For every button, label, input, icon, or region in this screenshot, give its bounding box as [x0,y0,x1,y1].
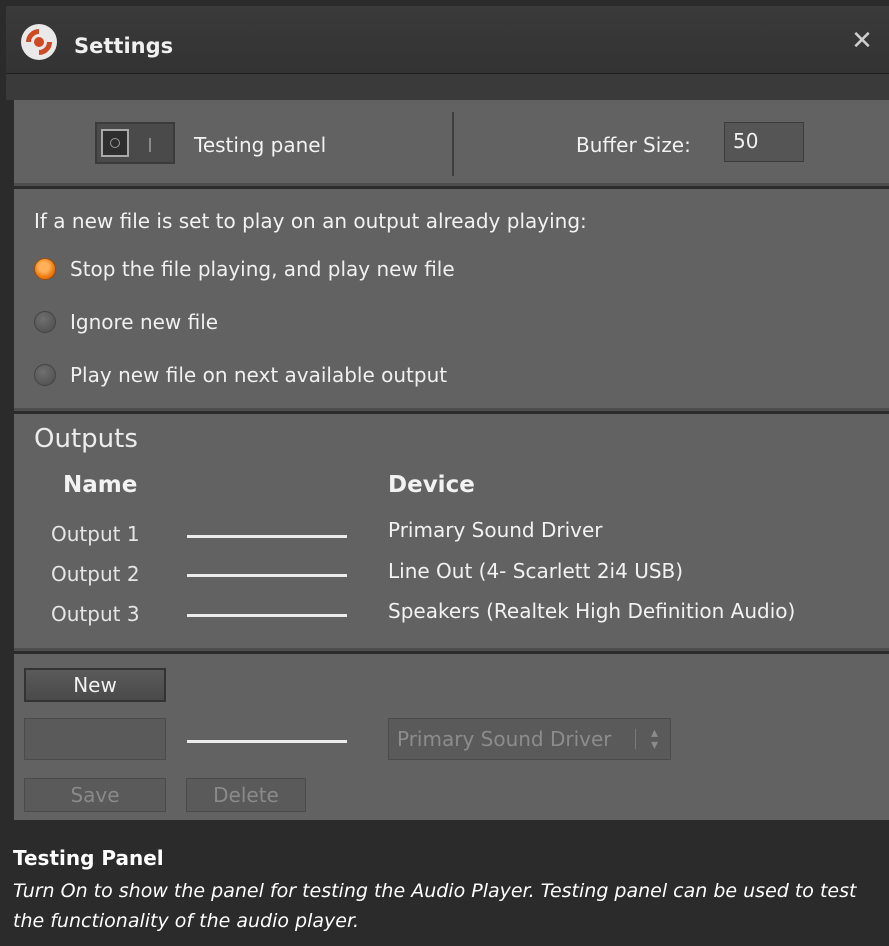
radio-label: Ignore new file [70,310,219,334]
mapping-line [187,740,347,743]
radio-label: Play new file on next available output [70,363,448,387]
select-arrows-icon: ▴ ▾ [650,725,658,753]
name-column-header: Name [63,472,138,498]
help-text: Turn On to show the panel for testing th… [13,880,857,932]
title-bar: Settings ✕ [6,6,889,74]
window-title: Settings [74,34,174,58]
help-title: Testing Panel [13,846,164,870]
mapping-line [187,535,347,538]
app-logo-icon [21,24,57,60]
device-column-header: Device [388,472,475,498]
radio-button-checked[interactable] [34,258,56,280]
output-name[interactable]: Output 1 [51,522,140,546]
testing-panel-toggle[interactable] [95,122,175,164]
outputs-panel: Outputs Name Device Output 1 Primary Sou… [14,414,889,651]
delete-button[interactable]: Delete [186,778,306,812]
radio-button[interactable] [34,311,56,333]
playback-options-panel: If a new file is set to play on an outpu… [14,189,889,411]
radio-button[interactable] [34,364,56,386]
toggle-on-indicator [149,138,151,152]
output-device[interactable]: Primary Sound Driver [388,518,603,542]
device-select-value: Primary Sound Driver [397,727,612,751]
mapping-line [187,574,347,577]
testing-panel-label: Testing panel [194,133,327,157]
radio-label: Stop the file playing, and play new file [70,257,455,281]
toggle-knob [101,129,129,157]
output-name-input[interactable] [24,718,166,760]
mapping-line [187,614,347,617]
divider [452,112,454,176]
save-button[interactable]: Save [24,778,166,812]
buffer-size-label: Buffer Size: [576,133,691,157]
device-select[interactable]: Primary Sound Driver ▴ ▾ [388,718,671,760]
close-icon[interactable]: ✕ [849,28,875,54]
header-strip [6,74,889,100]
select-separator [635,729,636,749]
output-device[interactable]: Line Out (4- Scarlett 2i4 USB) [388,559,683,583]
outputs-title: Outputs [34,424,138,454]
output-device[interactable]: Speakers (Realtek High Definition Audio) [388,599,795,623]
buffer-size-input[interactable]: 50 [724,122,804,162]
output-name[interactable]: Output 3 [51,602,140,626]
new-output-button[interactable]: New [24,668,166,702]
output-editor-panel: New Primary Sound Driver ▴ ▾ Save Delete [14,654,889,820]
testing-buffer-panel: Testing panel Buffer Size: 50 [14,100,889,186]
playback-question: If a new file is set to play on an outpu… [34,209,587,233]
output-name[interactable]: Output 2 [51,562,140,586]
